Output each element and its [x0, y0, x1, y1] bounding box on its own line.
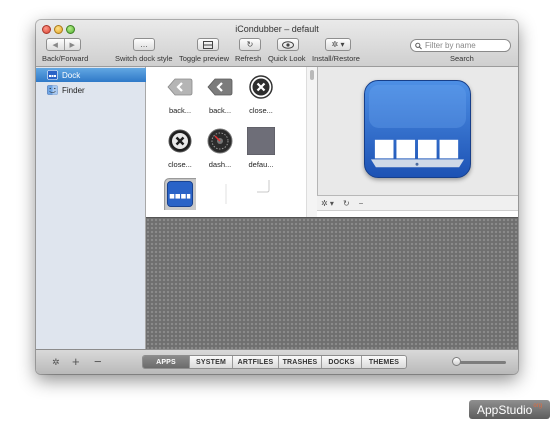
preview-refresh-icon[interactable]: ↻ [343, 199, 350, 208]
refresh-button[interactable]: ↻ [239, 38, 261, 51]
tab-themes[interactable]: THEMES [361, 356, 406, 368]
eye-icon [282, 40, 294, 49]
grid-item-label: back... [168, 106, 192, 115]
grid-item-close-1[interactable]: close... [241, 73, 281, 123]
watermark-text: AppStudio [476, 402, 533, 417]
refresh-label: Refresh [235, 54, 262, 63]
back-arrow-light-icon [167, 78, 193, 96]
install-restore-label: Install/Restore [312, 54, 360, 63]
sidebar-item-finder[interactable]: Finder [36, 83, 146, 97]
dock-thumbnail-selected-icon [164, 178, 196, 210]
switch-dock-style-button[interactable]: … [133, 38, 155, 51]
icon-size-slider[interactable] [456, 361, 506, 364]
switch-dock-style-label: Switch dock style [115, 54, 173, 63]
scrollbar-thumb[interactable] [310, 70, 314, 80]
back-forward-label: Back/Forward [42, 54, 89, 63]
finder-icon [47, 85, 58, 95]
back-forward-control: ◀ ▶ [46, 38, 81, 51]
close-circle-dark-icon [168, 129, 192, 153]
grid-item-dashboard[interactable]: dash... [200, 127, 240, 177]
dock-preview-icon [364, 80, 471, 178]
back-button[interactable]: ◀ [47, 39, 64, 50]
watermark-suffix: org [533, 402, 543, 409]
tab-artfiles[interactable]: ARTFILES [232, 356, 278, 368]
grid-item-label: defau... [248, 160, 274, 169]
gear-dropdown-icon: ✲ ▾ [331, 40, 345, 49]
preview-gear-icon[interactable]: ✲ ▾ [321, 199, 334, 208]
quick-look-button[interactable] [277, 38, 299, 51]
default-gray-square-icon [247, 127, 275, 155]
grid-item-label: dash... [208, 160, 232, 169]
appstudio-watermark: AppStudio org [469, 400, 550, 419]
refresh-icon: ↻ [246, 40, 254, 49]
grid-item-label: close... [249, 106, 273, 115]
sidebar-item-label: Finder [62, 85, 85, 95]
title-bar: iCondubber – default ◀ ▶ Back/Forward … … [36, 20, 518, 67]
dock-texture-preview [146, 217, 518, 349]
preview-remove-icon[interactable]: − [359, 199, 364, 208]
blank-page-icon [257, 180, 270, 193]
tab-docks[interactable]: DOCKS [321, 356, 361, 368]
bottom-bar: ✲ + − APPS SYSTEM ARTFILES TRASHES DOCKS… [36, 349, 518, 374]
search-field[interactable] [410, 39, 511, 52]
preview-pane [317, 67, 518, 195]
quick-look-label: Quick Look [268, 54, 306, 63]
close-circle-white-icon [249, 75, 273, 99]
install-restore-button[interactable]: ✲ ▾ [325, 38, 351, 51]
sidebar: Dock Finder [36, 67, 146, 349]
preview-toolbar: ✲ ▾ ↻ − [317, 195, 518, 211]
grid-item-dock-selected[interactable] [160, 178, 200, 217]
slider-knob[interactable] [452, 357, 461, 366]
grid-item-blank-page[interactable] [241, 180, 281, 217]
search-label: Search [450, 54, 474, 63]
grid-item-back-1[interactable]: back... [160, 73, 200, 123]
dashboard-gauge-icon [207, 128, 233, 154]
grid-item-blank-thin[interactable] [200, 180, 240, 217]
grid-item-label: close... [168, 160, 192, 169]
sidebar-item-dock[interactable]: Dock [36, 68, 146, 82]
grid-item-label: back... [208, 106, 232, 115]
gear-icon[interactable]: ✲ [52, 357, 60, 368]
grid-item-back-2[interactable]: back... [200, 73, 240, 123]
toggle-preview-button[interactable] [197, 38, 219, 51]
back-arrow-dark-icon [207, 78, 233, 96]
tab-apps[interactable]: APPS [143, 356, 189, 368]
grid-item-close-2[interactable]: close... [160, 127, 200, 177]
sidebar-item-label: Dock [62, 70, 81, 80]
dock-icon [47, 70, 58, 80]
add-icon[interactable]: + [72, 354, 80, 369]
category-tabs: APPS SYSTEM ARTFILES TRASHES DOCKS THEME… [142, 355, 407, 369]
ellipsis-icon: … [140, 40, 148, 49]
grid-scrollbar[interactable] [306, 67, 317, 217]
toggle-preview-label: Toggle preview [179, 54, 230, 63]
window-title: iCondubber – default [235, 24, 319, 34]
icon-grid: back... back... close... close... dash..… [146, 67, 317, 217]
search-input[interactable] [425, 41, 510, 50]
tab-system[interactable]: SYSTEM [189, 356, 232, 368]
blank-thin-icon [225, 184, 227, 204]
tab-trashes[interactable]: TRASHES [278, 356, 321, 368]
forward-button[interactable]: ▶ [63, 39, 81, 50]
preview-panel-icon [203, 40, 213, 49]
grid-item-default[interactable]: defau... [241, 127, 281, 177]
app-window: iCondubber – default ◀ ▶ Back/Forward … … [36, 20, 518, 374]
search-icon [415, 42, 422, 49]
remove-icon[interactable]: − [94, 354, 102, 369]
